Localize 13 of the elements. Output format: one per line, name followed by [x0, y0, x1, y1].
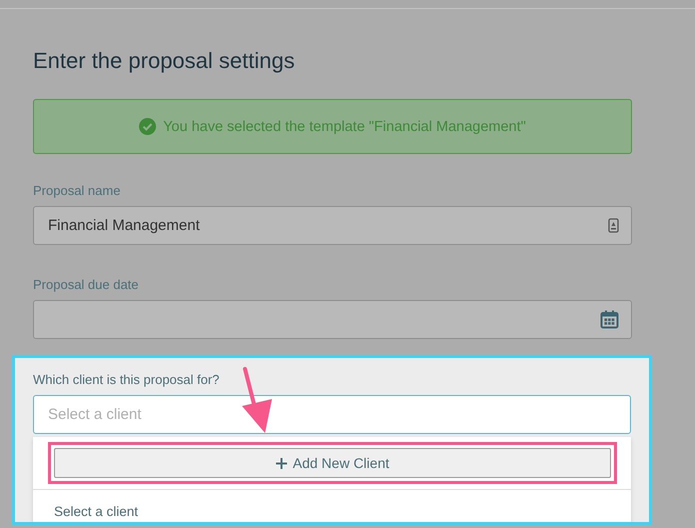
date-field[interactable] — [33, 300, 632, 339]
input-field[interactable]: Financial Management — [33, 206, 632, 245]
add-client-button[interactable]: Add New Client — [54, 448, 611, 478]
check-circle-icon — [139, 118, 156, 135]
dropdown-option[interactable]: Select a client — [48, 490, 617, 519]
plus-icon — [276, 458, 287, 468]
field-label: Proposal due date — [33, 277, 140, 292]
calendar-icon — [600, 310, 619, 329]
field-label: Which client is this proposal for? — [33, 372, 220, 387]
field-label: Proposal name — [33, 183, 122, 198]
alert-message: You have selected the template "Financial Management" — [163, 118, 526, 134]
document-icon — [608, 218, 619, 233]
page-title: Enter the proposal settings — [33, 47, 296, 75]
